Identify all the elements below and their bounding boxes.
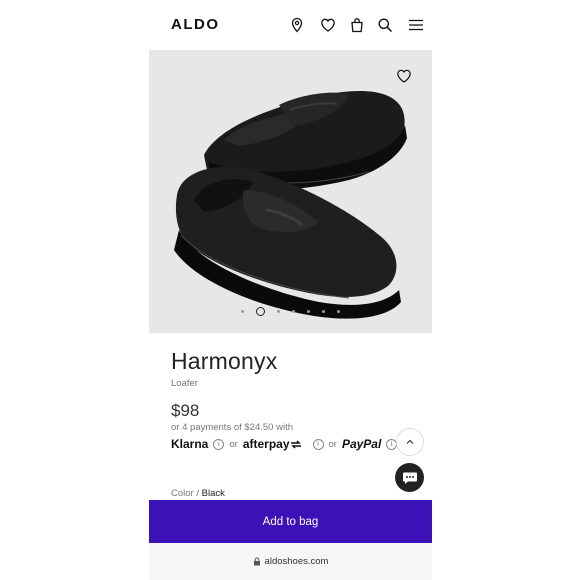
product-image-gallery[interactable] [149, 50, 432, 333]
chat-button[interactable] [395, 463, 424, 492]
add-to-bag-button[interactable]: Add to bag [149, 500, 432, 543]
product-name: Harmonyx [171, 348, 278, 374]
gallery-dot[interactable] [307, 309, 310, 313]
product-info: Harmonyx Loafer [171, 348, 421, 389]
gallery-dot[interactable] [337, 309, 340, 313]
search-icon[interactable] [377, 17, 393, 33]
gallery-dot[interactable] [277, 309, 280, 313]
loafer-product-photo [174, 91, 407, 319]
chat-bubble-icon [402, 472, 417, 484]
product-category: Loafer [171, 378, 198, 389]
payment-options: Klarna i or afterpay i or PayPal i [171, 436, 421, 452]
wishlist-heart-icon[interactable] [396, 68, 412, 84]
or-text: or [229, 438, 238, 450]
afterpay-arrows-icon [290, 440, 301, 449]
lock-icon [253, 557, 260, 566]
site-header: ALDO [149, 0, 432, 50]
info-icon[interactable]: i [312, 438, 324, 450]
gallery-pagination [149, 306, 432, 316]
url-text: aldoshoes.com [264, 556, 329, 567]
scroll-to-top-button[interactable] [396, 428, 424, 456]
or-text: or [328, 438, 337, 450]
phone-screen: ALDO Harmonyx Loafer $98 or 4 payments o… [149, 0, 432, 580]
paypal-logo[interactable]: PayPal [342, 437, 381, 451]
gallery-dot[interactable] [241, 309, 244, 313]
installments-text: or 4 payments of $24.50 with [171, 422, 293, 433]
menu-icon[interactable] [408, 17, 424, 33]
browser-url-bar[interactable]: aldoshoes.com [149, 543, 432, 580]
heart-icon[interactable] [320, 17, 336, 33]
aldo-logo[interactable]: ALDO [171, 16, 220, 33]
product-price: $98 [171, 401, 200, 420]
location-pin-icon[interactable] [289, 17, 305, 33]
gallery-dot-active[interactable] [256, 306, 265, 316]
klarna-logo[interactable]: Klarna [171, 437, 208, 451]
info-icon[interactable]: i [213, 438, 225, 450]
bag-icon[interactable] [349, 17, 365, 33]
gallery-dot[interactable] [322, 309, 325, 313]
chevron-up-icon [406, 439, 414, 444]
color-label: Color [171, 488, 194, 499]
afterpay-logo[interactable]: afterpay [243, 437, 302, 451]
color-separator: / [196, 488, 199, 499]
color-value: Black [201, 488, 225, 499]
gallery-dot[interactable] [292, 309, 295, 313]
color-selection: Color / Black [171, 488, 225, 499]
